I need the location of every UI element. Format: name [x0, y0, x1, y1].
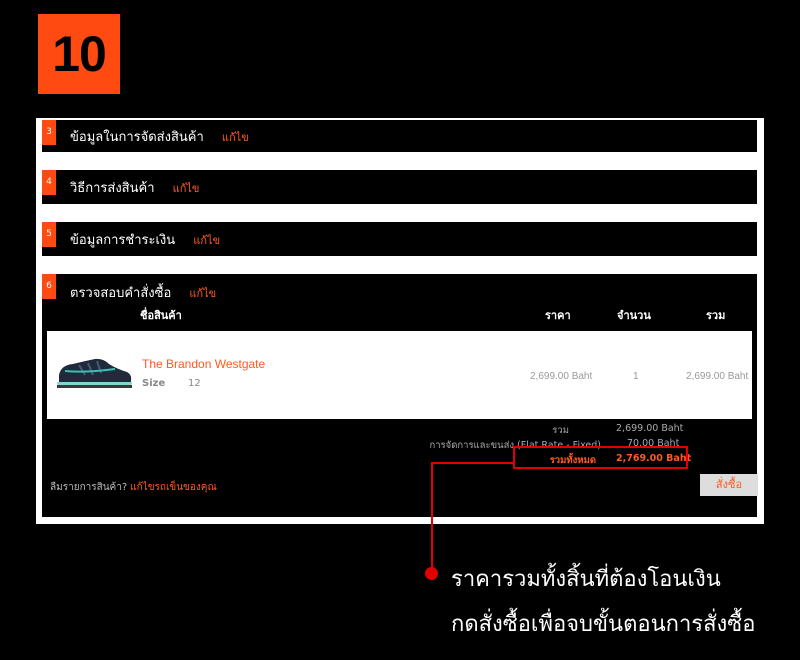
section-title: วิธีการส่งสินค้า: [70, 181, 155, 196]
section-shipping-method: 4 วิธีการส่งสินค้า แก้ไข: [42, 170, 757, 204]
product-name-link[interactable]: The Brandon Westgate: [142, 357, 265, 371]
section-number: 5: [42, 222, 56, 247]
subtotal-label: รวม: [552, 425, 569, 436]
place-order-button[interactable]: สั่งซื้อ: [700, 474, 758, 496]
edit-shipping-info-link[interactable]: แก้ไข: [222, 131, 249, 144]
section-number: 4: [42, 170, 56, 195]
edit-shipping-method-link[interactable]: แก้ไข: [173, 182, 200, 195]
callout-dot: [425, 567, 438, 580]
header-total: รวม: [706, 309, 726, 322]
annotation-line-1: ราคารวมทั้งสิ้นที่ต้องโอนเงิน: [451, 567, 721, 592]
product-price: 2,699.00 Baht: [530, 371, 593, 382]
edit-cart-link[interactable]: แก้ไขรถเข็นของคุณ: [130, 482, 217, 493]
header-price: ราคา: [545, 309, 571, 322]
table-row: The Brandon Westgate Size 12 2,699.00 Ba…: [47, 331, 752, 419]
sneaker-image: [57, 358, 132, 388]
section-number: 6: [42, 274, 56, 299]
subtotal-value: 2,699.00 Baht: [616, 423, 684, 434]
section-order-review: 6 ตรวจสอบคำสั่งซื้อ แก้ไข ชื่อสินค้า ราค…: [42, 274, 758, 517]
forgot-items-row: ลืมรายการสินค้า? แก้ไขรถเข็นของคุณ: [50, 480, 217, 495]
edit-order-review-link[interactable]: แก้ไข: [189, 287, 216, 300]
section-payment-info: 5 ข้อมูลการชำระเงิน แก้ไข: [42, 222, 757, 256]
grand-total-highlight-box: [513, 446, 688, 469]
header-qty: จำนวน: [617, 309, 651, 322]
section-title: ข้อมูลการชำระเงิน: [70, 233, 176, 248]
section-title: ข้อมูลในการจัดส่งสินค้า: [70, 130, 204, 145]
callout-line-horizontal: [431, 462, 515, 464]
edit-payment-info-link[interactable]: แก้ไข: [193, 234, 220, 247]
product-qty: 1: [633, 371, 639, 382]
annotation-line-2: กดสั่งซื้อเพื่อจบขั้นตอนการสั่งซื้อ: [451, 612, 756, 637]
header-product: ชื่อสินค้า: [140, 309, 182, 322]
section-number: 3: [42, 120, 56, 145]
section-title: ตรวจสอบคำสั่งซื้อ: [70, 286, 172, 301]
callout-line-vertical: [431, 462, 433, 574]
section-shipping-info: 3 ข้อมูลในการจัดส่งสินค้า แก้ไข: [42, 120, 757, 152]
product-size-value: 12: [188, 378, 201, 389]
product-size-label: Size: [142, 378, 166, 389]
step-number-badge: 10: [38, 14, 120, 94]
product-total: 2,699.00 Baht: [686, 371, 749, 382]
forgot-items-text: ลืมรายการสินค้า?: [50, 482, 128, 493]
